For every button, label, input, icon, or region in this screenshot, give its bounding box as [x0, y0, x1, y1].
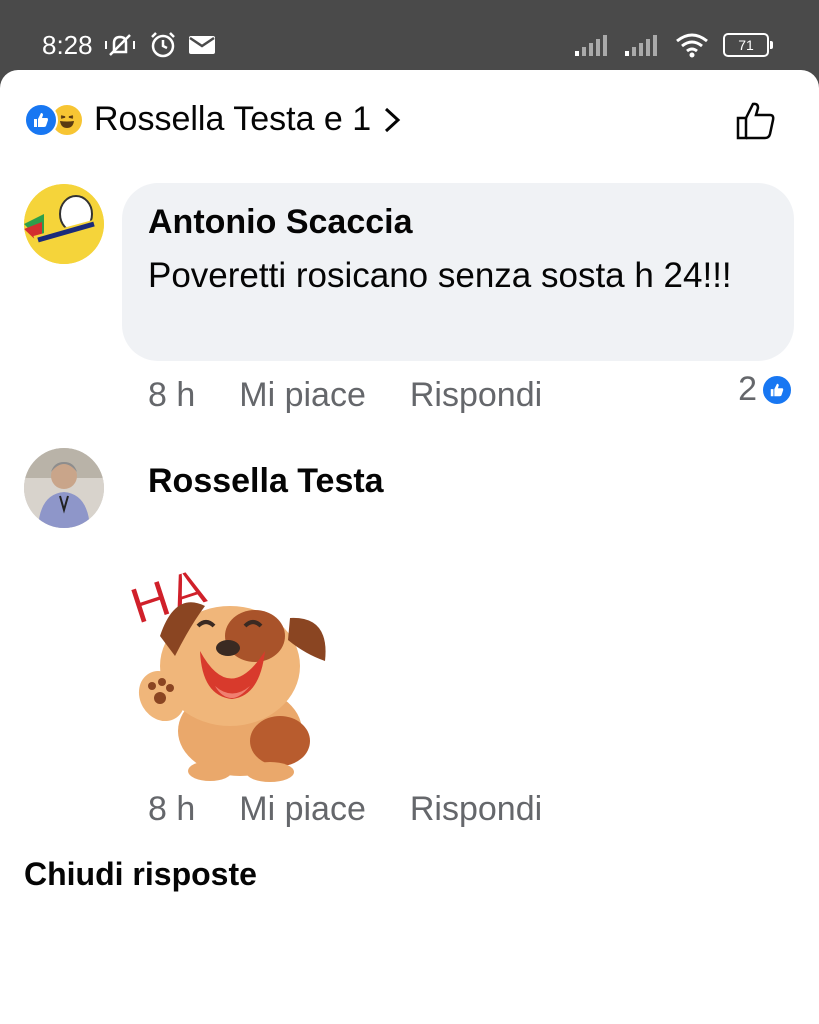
mute-vibrate-icon — [105, 34, 135, 56]
like-link[interactable]: Mi piace — [239, 790, 366, 829]
comment-actions: 8 h Mi piace Rispondi — [148, 790, 586, 829]
status-icons-left — [104, 30, 216, 60]
comments-sheet: Rossella Testa e 1 Antonio Scaccia Pover… — [0, 70, 819, 1024]
reactions-header[interactable]: Rossella Testa e 1 — [24, 100, 401, 139]
comment-author[interactable]: Rossella Testa — [148, 462, 384, 501]
like-icon — [24, 102, 58, 137]
signal-icon — [575, 35, 607, 56]
reply-link[interactable]: Rispondi — [410, 376, 542, 415]
chevron-right-icon — [385, 107, 401, 132]
battery-icon: 71 — [723, 33, 773, 57]
avatar-rossella[interactable] — [24, 448, 104, 528]
like-icon — [761, 373, 793, 406]
reactions-title: Rossella Testa e 1 — [94, 100, 372, 138]
reply-link[interactable]: Rispondi — [410, 790, 542, 829]
comment-time[interactable]: 8 h — [148, 376, 195, 415]
comment-actions: 8 h Mi piace Rispondi — [148, 376, 586, 415]
comment-bubble[interactable]: Antonio Scaccia Poveretti rosicano senza… — [122, 183, 794, 361]
laughing-dog-sticker[interactable]: HA — [120, 536, 340, 786]
mail-icon — [189, 36, 215, 54]
avatar-antonio[interactable] — [24, 184, 104, 264]
comment-author[interactable]: Antonio Scaccia — [148, 203, 768, 242]
frosinone-logo-icon — [24, 184, 104, 264]
signal-icon-2 — [625, 35, 657, 56]
thumbs-up-outline-icon — [736, 102, 775, 140]
reaction-count-value: 2 — [738, 370, 757, 408]
status-icons-right: 71 — [575, 32, 773, 58]
comment-text: Poveretti rosicano senza sosta h 24!!! — [148, 256, 732, 295]
like-outline-button[interactable] — [735, 100, 777, 147]
status-time: 8:28 — [42, 30, 93, 60]
close-replies-link[interactable]: Chiudi risposte — [24, 856, 257, 893]
reaction-count[interactable]: 2 — [738, 370, 793, 409]
alarm-icon — [151, 32, 175, 58]
person-photo-icon — [24, 448, 104, 528]
like-link[interactable]: Mi piace — [239, 376, 366, 415]
comment-time[interactable]: 8 h — [148, 790, 195, 829]
wifi-icon — [676, 33, 708, 58]
